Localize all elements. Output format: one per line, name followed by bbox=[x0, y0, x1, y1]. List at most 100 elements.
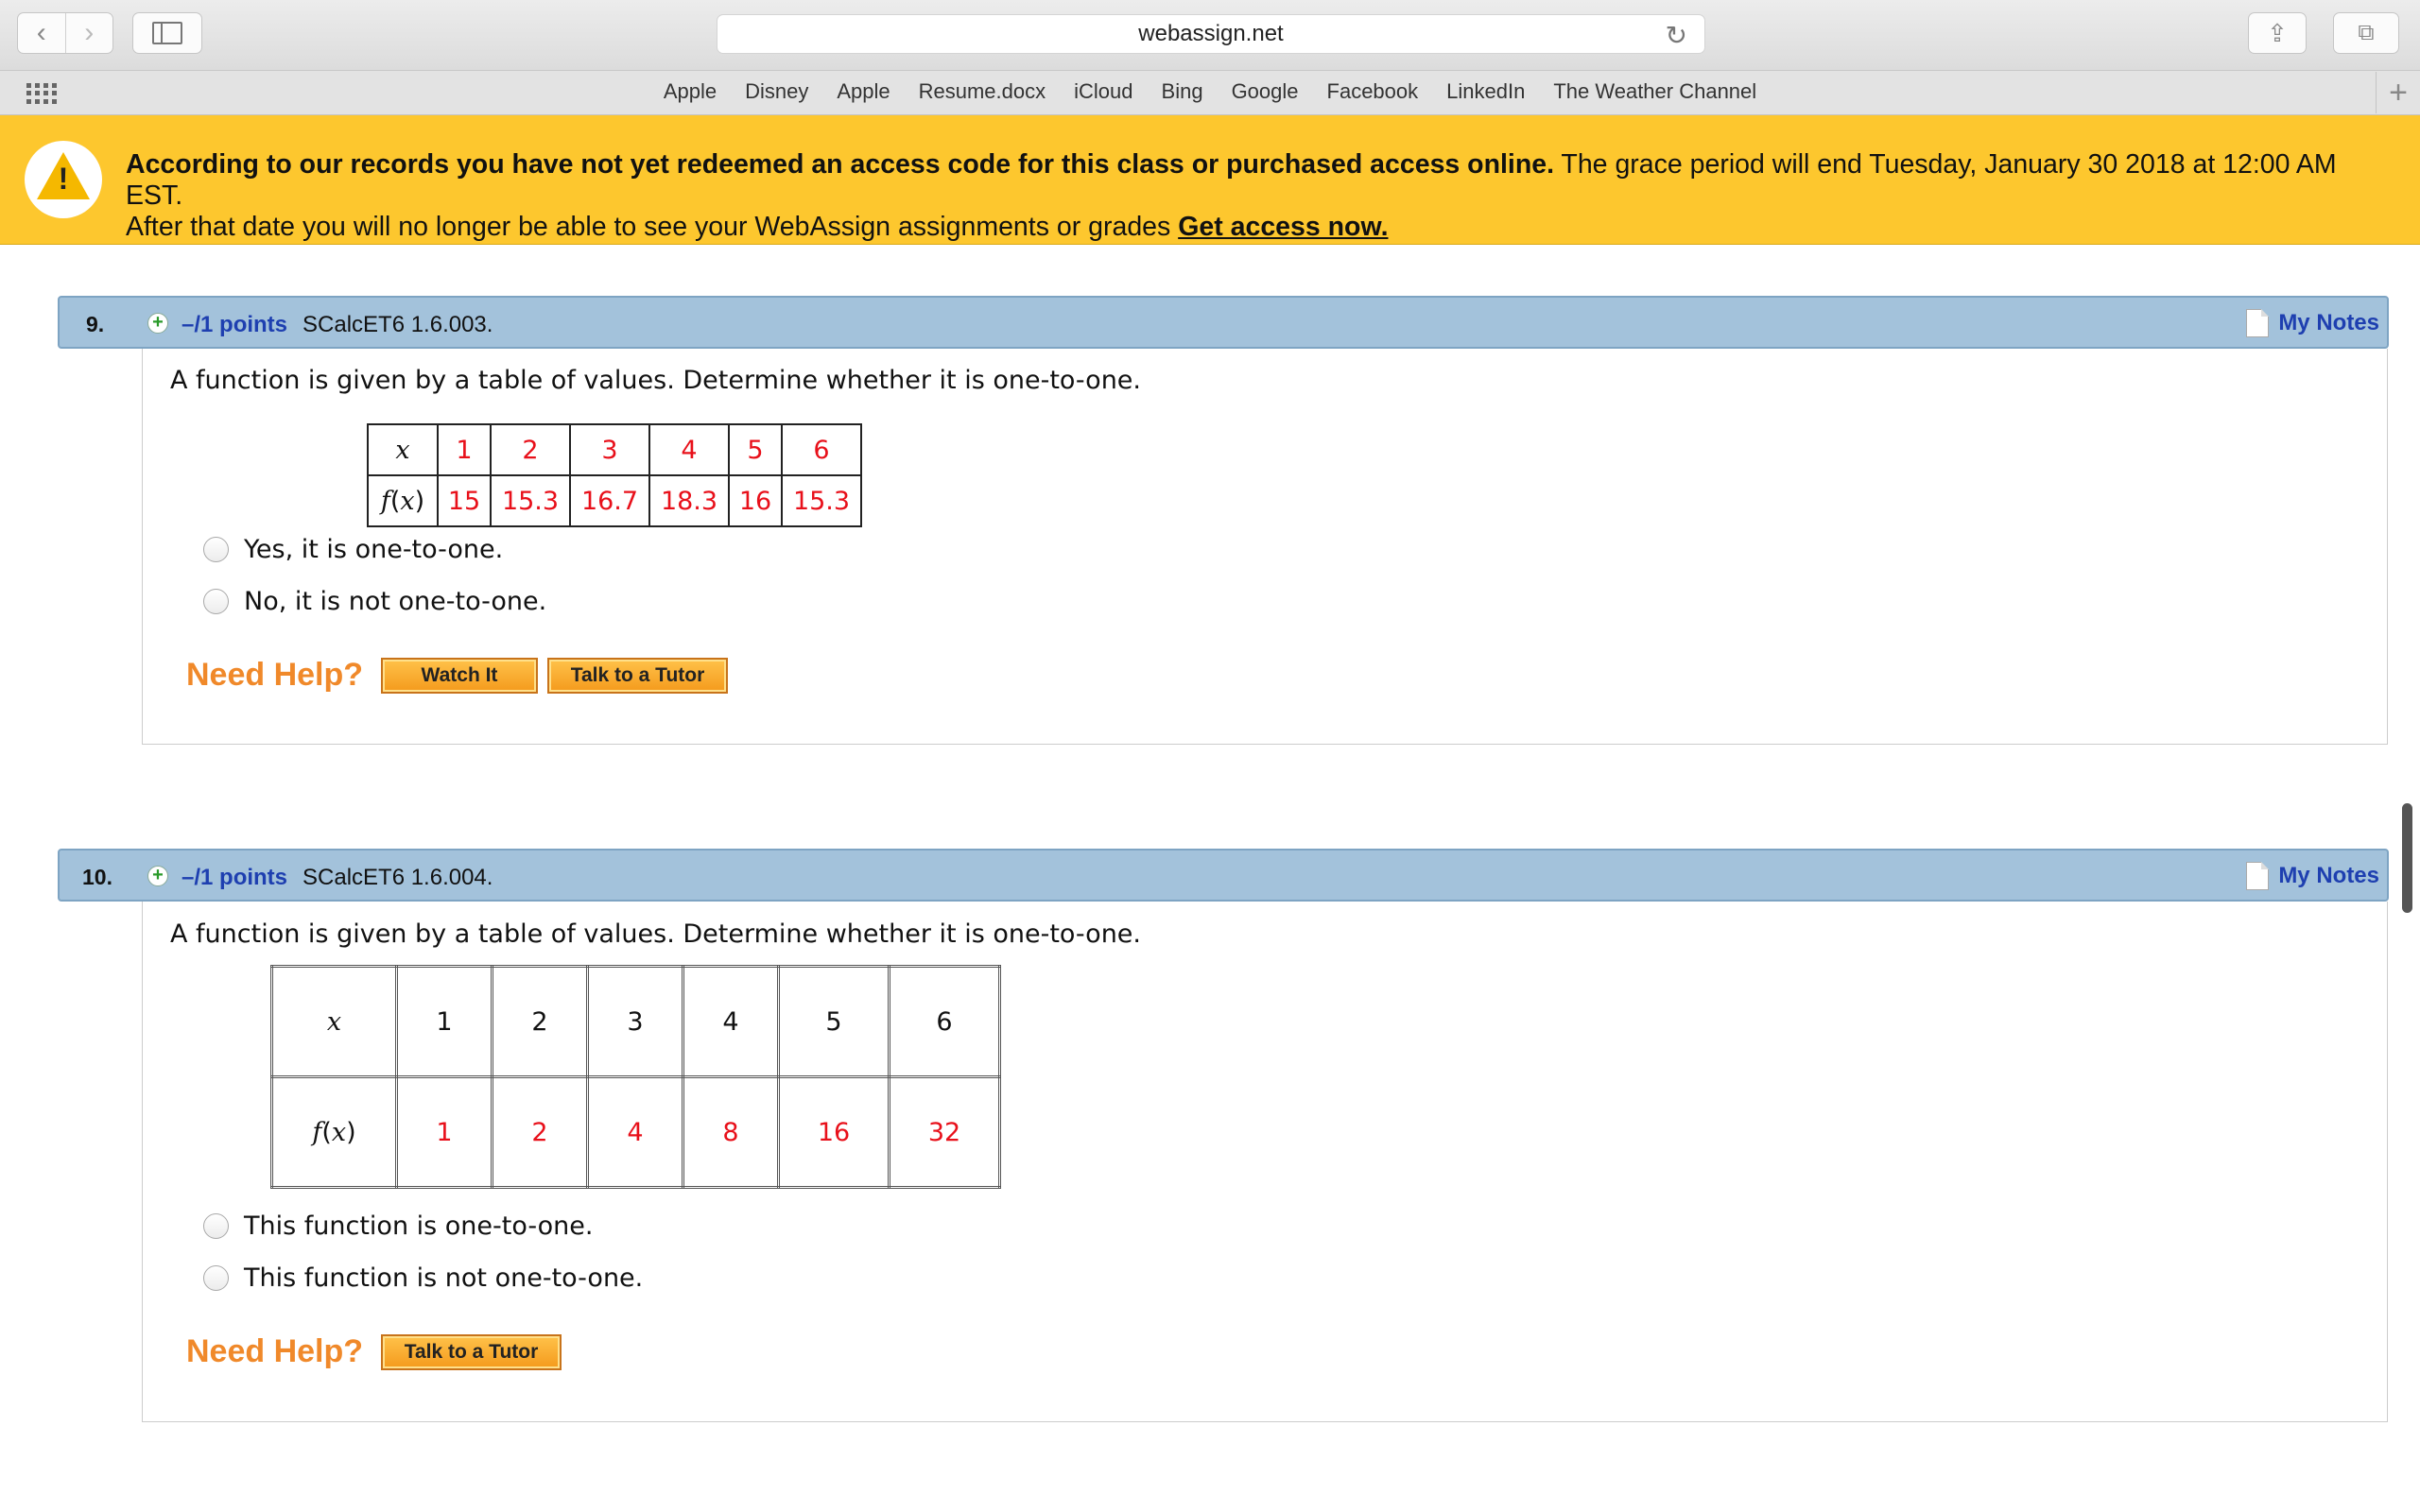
address-bar[interactable]: webassign.net ↻ bbox=[717, 14, 1705, 54]
banner-bold-text: According to our records you have not ye… bbox=[126, 149, 1555, 180]
chevron-right-icon: › bbox=[84, 17, 95, 48]
choice-label: No, it is not one-to-one. bbox=[244, 587, 547, 616]
bookmark-apple-2[interactable]: Apple bbox=[822, 79, 904, 104]
question-9-choice-no[interactable]: No, it is not one-to-one. bbox=[203, 587, 546, 616]
question-10-header: 10. + –/1 points SCalcET6 1.6.004. My No… bbox=[58, 849, 2389, 902]
fx-cell: 16 bbox=[728, 474, 783, 527]
back-button[interactable]: ‹ bbox=[18, 13, 65, 53]
x-label-cell: x bbox=[270, 965, 398, 1078]
chevron-left-icon: ‹ bbox=[36, 17, 46, 48]
choice-label: This function is one-to-one. bbox=[244, 1211, 594, 1241]
expand-plus-icon[interactable]: + bbox=[147, 866, 168, 886]
fx-cell: 15.3 bbox=[490, 474, 571, 527]
bookmark-weather-channel[interactable]: The Weather Channel bbox=[1539, 79, 1771, 104]
bookmark-facebook[interactable]: Facebook bbox=[1313, 79, 1433, 104]
fx-cell: 8 bbox=[682, 1075, 780, 1189]
x-cell: 1 bbox=[395, 965, 493, 1078]
fx-cell: 16.7 bbox=[569, 474, 650, 527]
fx-row: f(x) 1 2 4 8 16 32 bbox=[270, 1075, 1001, 1189]
add-bookmark-button[interactable]: + bbox=[2376, 72, 2420, 113]
bookmark-google[interactable]: Google bbox=[1218, 79, 1313, 104]
access-warning-banner: ! According to our records you have not … bbox=[0, 115, 2420, 245]
bookmark-linkedin[interactable]: LinkedIn bbox=[1432, 79, 1539, 104]
radio-button[interactable] bbox=[203, 537, 229, 562]
watch-it-button[interactable]: Watch It bbox=[381, 658, 538, 694]
x-row: x 1 2 3 4 5 6 bbox=[367, 423, 862, 476]
fx-cell: 15 bbox=[437, 474, 492, 527]
fx-cell: 32 bbox=[888, 1075, 1001, 1189]
url-text: webassign.net bbox=[1138, 21, 1284, 46]
fx-cell: 1 bbox=[395, 1075, 493, 1189]
need-help-label: Need Help? bbox=[186, 657, 364, 693]
bookmark-icloud[interactable]: iCloud bbox=[1060, 79, 1147, 104]
sidebar-icon bbox=[152, 22, 182, 44]
talk-to-tutor-button[interactable]: Talk to a Tutor bbox=[381, 1334, 562, 1370]
fx-cell: 16 bbox=[777, 1075, 890, 1189]
question-10-values-table: x 1 2 3 4 5 6 f(x) 1 2 4 8 16 32 bbox=[270, 965, 1001, 1189]
fx-label-cell: f(x) bbox=[270, 1075, 398, 1189]
tabs-overview-button[interactable]: ⧉ bbox=[2333, 12, 2399, 54]
fx-label-cell: f(x) bbox=[367, 474, 439, 527]
my-notes-label: My Notes bbox=[2278, 863, 2379, 888]
share-button[interactable]: ⇪ bbox=[2248, 12, 2307, 54]
my-notes-button[interactable]: My Notes bbox=[2246, 309, 2379, 337]
question-number: 9. bbox=[86, 312, 105, 336]
browser-toolbar: ‹ › webassign.net ↻ ⇪ ⧉ bbox=[0, 0, 2420, 71]
question-10-prompt: A function is given by a table of values… bbox=[170, 919, 1142, 949]
sidebar-toggle-button[interactable] bbox=[132, 12, 202, 54]
x-cell: 1 bbox=[437, 423, 492, 476]
talk-to-tutor-button[interactable]: Talk to a Tutor bbox=[547, 658, 728, 694]
nav-buttons: ‹ › bbox=[17, 12, 113, 54]
bookmark-bing[interactable]: Bing bbox=[1148, 79, 1218, 104]
note-icon bbox=[2246, 309, 2270, 337]
fx-cell: 18.3 bbox=[648, 474, 730, 527]
question-code: SCalcET6 1.6.003. bbox=[302, 312, 493, 337]
page-scrollbar[interactable] bbox=[2402, 803, 2412, 913]
fx-cell: 15.3 bbox=[781, 474, 862, 527]
forward-button[interactable]: › bbox=[64, 13, 113, 53]
question-9-prompt: A function is given by a table of values… bbox=[170, 366, 1142, 395]
banner-message: According to our records you have not ye… bbox=[126, 149, 2394, 243]
expand-plus-icon[interactable]: + bbox=[147, 313, 168, 334]
get-access-link[interactable]: Get access now. bbox=[1178, 212, 1388, 242]
bookmark-resume[interactable]: Resume.docx bbox=[905, 79, 1061, 104]
question-number: 10. bbox=[82, 865, 112, 889]
note-icon bbox=[2246, 862, 2270, 890]
x-label-cell: x bbox=[367, 423, 439, 476]
question-9-values-table: x 1 2 3 4 5 6 f(x) 15 15.3 16.7 18.3 16 … bbox=[367, 423, 862, 527]
x-cell: 4 bbox=[682, 965, 780, 1078]
points-link[interactable]: –/1 points bbox=[182, 312, 287, 338]
x-cell: 5 bbox=[728, 423, 783, 476]
x-row: x 1 2 3 4 5 6 bbox=[270, 965, 1001, 1078]
x-cell: 2 bbox=[491, 965, 589, 1078]
choice-label: This function is not one-to-one. bbox=[244, 1263, 644, 1293]
question-10-choice-not-one-to-one[interactable]: This function is not one-to-one. bbox=[203, 1263, 643, 1293]
question-9-choice-yes[interactable]: Yes, it is one-to-one. bbox=[203, 535, 503, 564]
choice-label: Yes, it is one-to-one. bbox=[244, 535, 504, 564]
radio-button[interactable] bbox=[203, 1265, 229, 1291]
fx-cell: 2 bbox=[491, 1075, 589, 1189]
question-9-header: 9. + –/1 points SCalcET6 1.6.003. My Not… bbox=[58, 296, 2389, 349]
reload-icon[interactable]: ↻ bbox=[1666, 20, 1687, 51]
x-cell: 6 bbox=[888, 965, 1001, 1078]
share-icon: ⇪ bbox=[2267, 18, 2288, 47]
fx-row: f(x) 15 15.3 16.7 18.3 16 15.3 bbox=[367, 474, 862, 527]
x-cell: 4 bbox=[648, 423, 730, 476]
x-cell: 2 bbox=[490, 423, 571, 476]
x-cell: 6 bbox=[781, 423, 862, 476]
bookmark-disney[interactable]: Disney bbox=[731, 79, 822, 104]
tabs-icon: ⧉ bbox=[2358, 20, 2375, 45]
my-notes-button[interactable]: My Notes bbox=[2246, 862, 2379, 890]
bookmark-apple[interactable]: Apple bbox=[649, 79, 731, 104]
radio-button[interactable] bbox=[203, 1213, 229, 1239]
plus-icon: + bbox=[2389, 74, 2408, 111]
fx-cell: 4 bbox=[586, 1075, 684, 1189]
bookmark-list: Apple Disney Apple Resume.docx iCloud Bi… bbox=[0, 79, 2420, 104]
radio-button[interactable] bbox=[203, 589, 229, 614]
banner-line2: After that date you will no longer be ab… bbox=[126, 212, 1179, 242]
x-cell: 5 bbox=[777, 965, 890, 1078]
warning-icon: ! bbox=[25, 141, 102, 218]
points-link[interactable]: –/1 points bbox=[182, 865, 287, 891]
need-help-label: Need Help? bbox=[186, 1333, 364, 1369]
question-10-choice-one-to-one[interactable]: This function is one-to-one. bbox=[203, 1211, 593, 1241]
